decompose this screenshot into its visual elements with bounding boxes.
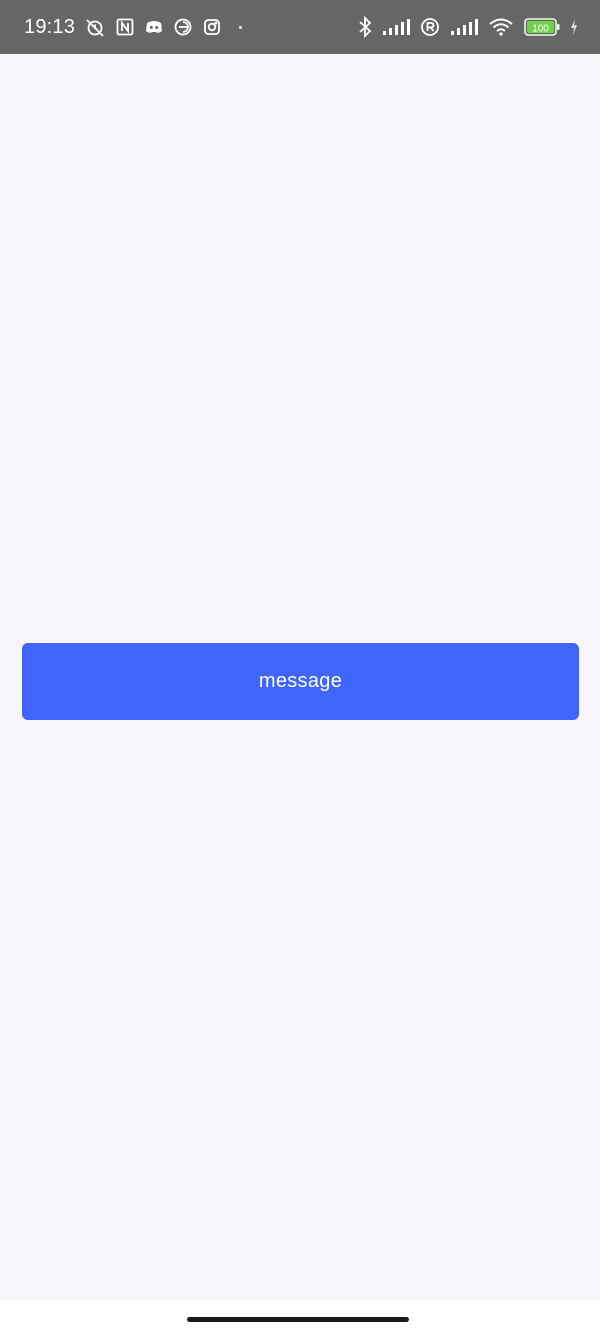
home-indicator[interactable] (187, 1317, 409, 1322)
sim-r-icon (420, 17, 440, 37)
bluetooth-icon (358, 16, 372, 38)
nfc-icon (115, 17, 135, 37)
battery-level: 100 (532, 24, 549, 35)
status-time: 19:13 (24, 15, 76, 38)
message-button[interactable]: message (22, 643, 579, 720)
signal-icon (450, 18, 478, 36)
navigation-bar (0, 1300, 600, 1333)
status-bar-left: 19:13 (24, 15, 243, 39)
charging-icon (570, 19, 578, 35)
more-notifications-dot (239, 25, 243, 29)
signal-icon (382, 18, 410, 36)
discord-icon (144, 18, 164, 36)
status-bar: 19:13 100 (0, 0, 600, 54)
instagram-icon (202, 17, 222, 37)
status-bar-right: 100 (358, 16, 578, 38)
alarm-off-icon (84, 16, 106, 38)
battery-icon: 100 (524, 18, 560, 36)
browser-icon (173, 17, 193, 37)
wifi-icon (488, 17, 514, 37)
